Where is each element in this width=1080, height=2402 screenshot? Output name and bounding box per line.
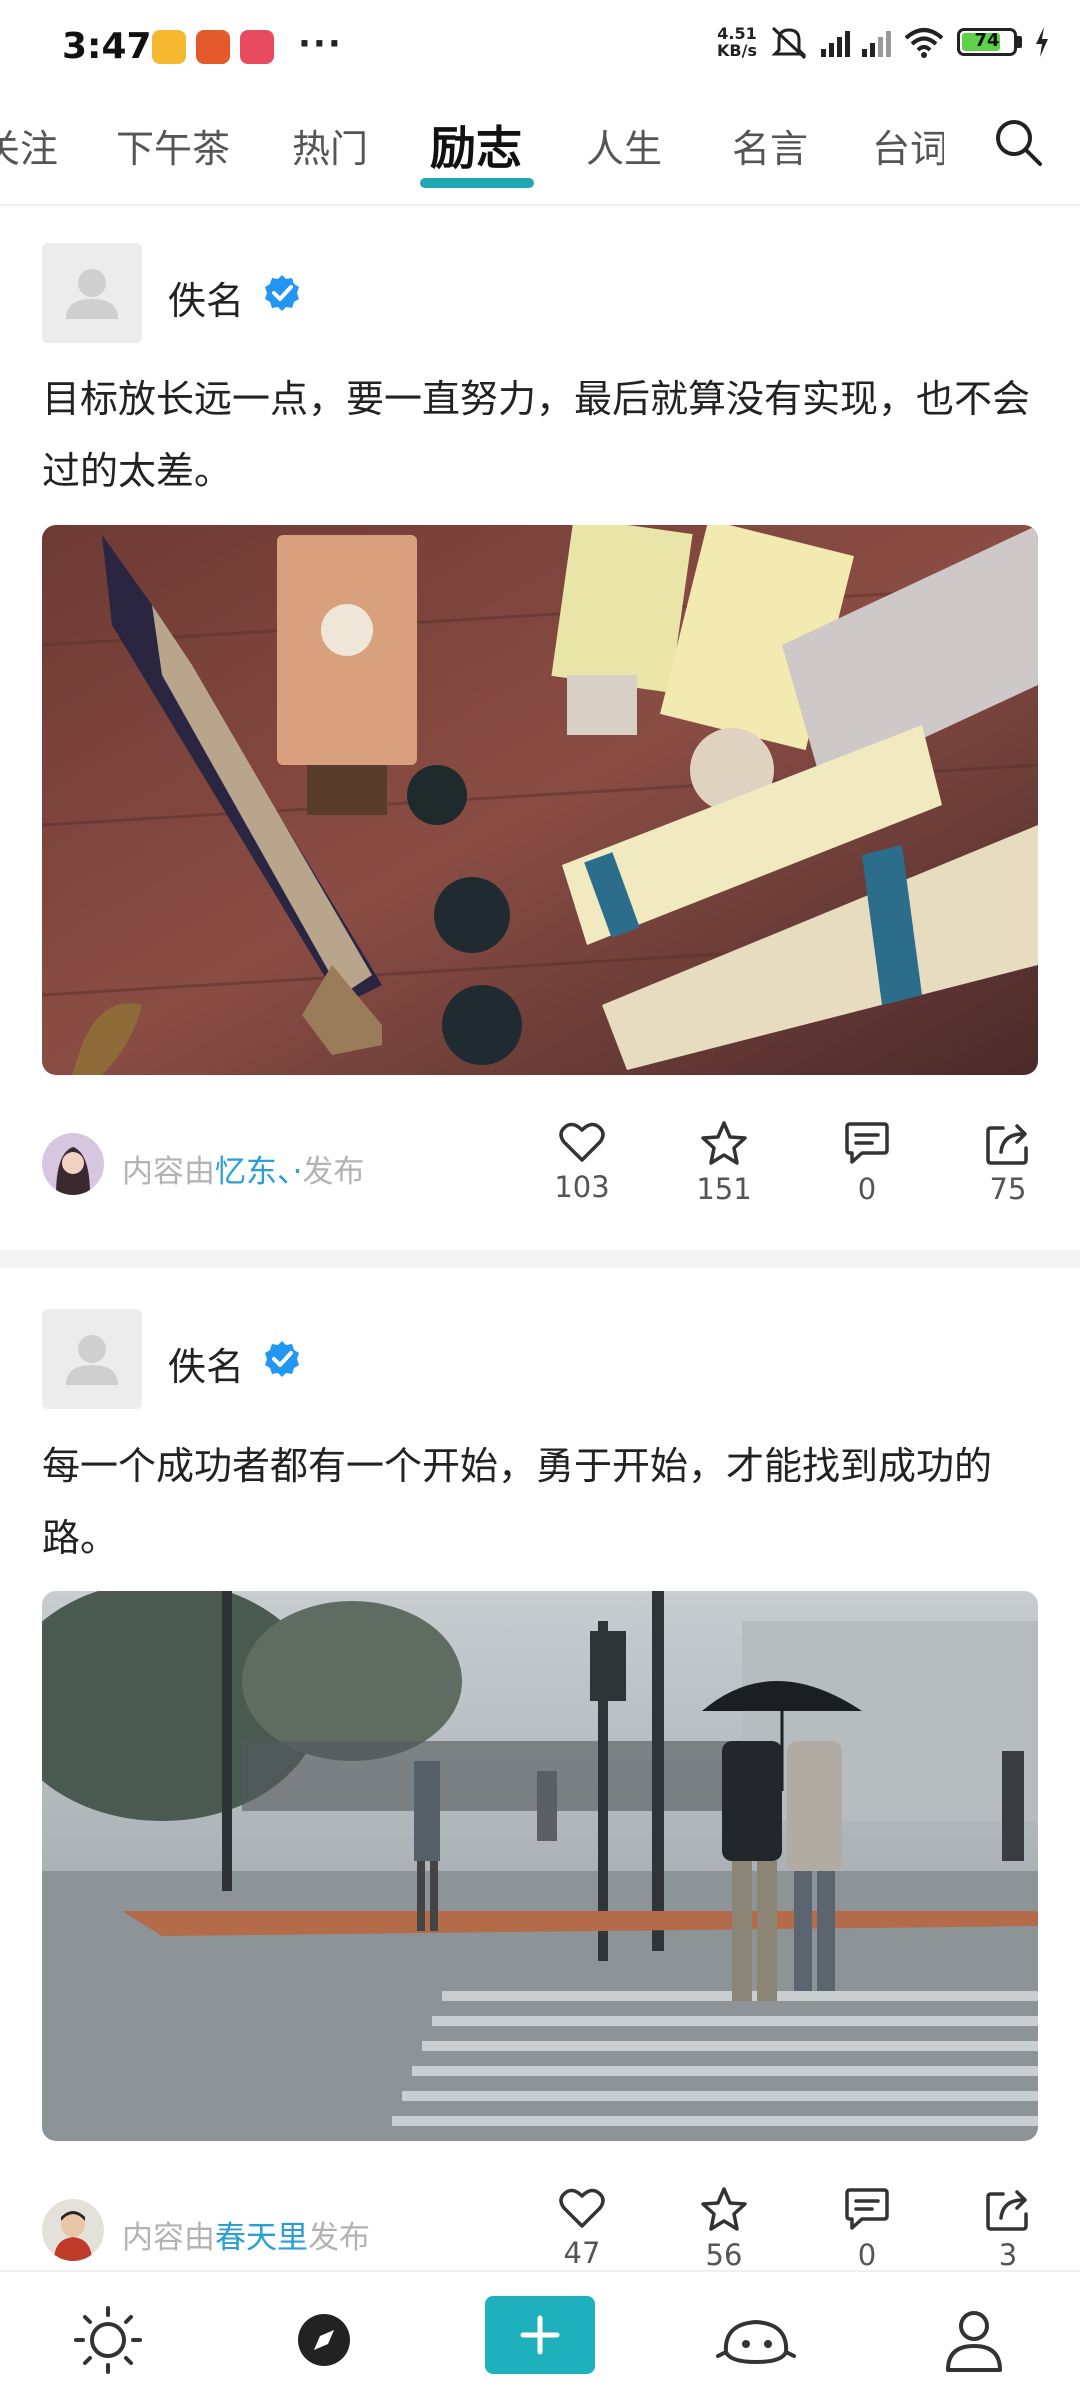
search-icon[interactable] (990, 114, 1046, 170)
share-count: 3 (998, 2238, 1018, 2272)
more-notifications-icon: ··· (298, 24, 343, 64)
plus-icon (520, 2315, 560, 2355)
notes-app-icon (152, 30, 186, 64)
publisher-suffix: 发布 (308, 2220, 370, 2256)
post-text[interactable]: 目标放长远一点，要一直努力，最后就算没有实现，也不会过的太差。 (42, 363, 1042, 507)
share-icon (986, 2190, 1028, 2231)
tab-afternoon-tea[interactable]: 下午茶 (116, 118, 230, 173)
heart-icon (559, 2188, 605, 2228)
author-name[interactable]: 佚名 (168, 270, 244, 325)
network-speed: 4.51 KB/s (717, 25, 757, 59)
tab-lines[interactable]: 台词 (872, 118, 944, 173)
publisher-avatar-photo (42, 1133, 104, 1195)
heart-icon (559, 1122, 605, 1162)
author-avatar[interactable] (42, 1309, 142, 1409)
rainy-street-photo (42, 1591, 1038, 2141)
like-count: 103 (554, 1170, 610, 1204)
post-image-paint-tubes[interactable] (42, 525, 1038, 1075)
share-button[interactable]: 75 (958, 1120, 1058, 1206)
share-button[interactable]: 3 (958, 2186, 1058, 2272)
battery-level: 74 (974, 30, 1000, 51)
post-text[interactable]: 每一个成功者都有一个开始，勇于开始，才能找到成功的路。 (42, 1430, 1042, 1574)
comment-button[interactable]: 0 (817, 1120, 917, 1206)
compass-icon[interactable] (284, 2300, 364, 2380)
favorite-count: 151 (696, 1172, 752, 1206)
share-icon (986, 1124, 1028, 1165)
favorite-count: 56 (705, 2238, 743, 2272)
publisher-prefix: 内容由 (122, 1154, 215, 1190)
tab-follow[interactable]: 关注 (0, 118, 58, 173)
status-time: 3:47 (62, 26, 152, 67)
verified-icon (265, 1341, 299, 1377)
publisher-prefix: 内容由 (122, 2220, 215, 2256)
publisher-suffix: 发布 (302, 1154, 365, 1190)
publisher-name-link[interactable]: 忆东、· (215, 1154, 302, 1190)
sun-icon[interactable] (68, 2300, 148, 2380)
system-status: 4.51 KB/s 74 (717, 24, 1050, 60)
publisher-avatar[interactable] (42, 2199, 104, 2261)
shopping-app-icon (240, 30, 274, 64)
default-avatar-icon (66, 1335, 118, 1385)
star-icon (701, 2187, 747, 2231)
wifi-icon (904, 28, 944, 58)
active-tab-indicator (420, 178, 534, 188)
chat-face-icon[interactable] (716, 2300, 796, 2380)
default-avatar-icon (66, 269, 118, 319)
publisher-line: 内容由忆东、·发布 (122, 1146, 364, 1191)
post-image-rainy-street[interactable] (42, 1591, 1038, 2141)
status-bar: 3:47 ··· 4.51 KB/s 74 (0, 0, 1080, 96)
notification-icons (152, 30, 274, 64)
tab-life[interactable]: 人生 (586, 118, 662, 173)
favorite-button[interactable]: 151 (674, 1120, 774, 1206)
comment-icon (845, 2188, 889, 2230)
comment-button[interactable]: 0 (817, 2186, 917, 2272)
favorite-button[interactable]: 56 (674, 2186, 774, 2272)
bottom-navigation (0, 2270, 1080, 2402)
comment-count: 0 (857, 2238, 877, 2272)
verified-icon (265, 275, 299, 311)
publisher-avatar-photo (42, 2199, 104, 2261)
like-count: 47 (563, 2236, 601, 2270)
publisher-avatar[interactable] (42, 1133, 104, 1195)
signal-icon-2 (862, 27, 891, 57)
share-count: 75 (989, 1172, 1027, 1206)
author-name[interactable]: 佚名 (168, 1336, 244, 1391)
charging-icon (1036, 27, 1048, 57)
tab-hot[interactable]: 热门 (292, 118, 368, 173)
publisher-name-link[interactable]: 春天里 (215, 2220, 308, 2256)
category-tabs: 关注 下午茶 热门 励志 人生 名言 台词 (0, 100, 1080, 206)
network-speed-unit: KB/s (717, 41, 757, 60)
tab-quotes[interactable]: 名言 (732, 118, 808, 173)
post-divider (0, 1250, 1080, 1268)
add-post-button[interactable] (485, 2296, 595, 2374)
comment-count: 0 (857, 1172, 877, 1206)
author-avatar[interactable] (42, 243, 142, 343)
mute-icon (771, 26, 807, 60)
tab-inspiration[interactable]: 励志 (430, 112, 522, 178)
comment-icon (845, 1122, 889, 1164)
network-speed-value: 4.51 (717, 24, 757, 43)
star-icon (701, 1121, 747, 1165)
publisher-line: 内容由春天里发布 (122, 2212, 370, 2257)
like-button[interactable]: 103 (532, 1120, 632, 1204)
profile-icon[interactable] (934, 2300, 1014, 2380)
battery-icon: 74 (957, 28, 1017, 56)
like-button[interactable]: 47 (532, 2186, 632, 2270)
signal-icon-1 (821, 27, 850, 57)
paint-tubes-photo (42, 525, 1038, 1075)
game-app-icon (196, 30, 230, 64)
